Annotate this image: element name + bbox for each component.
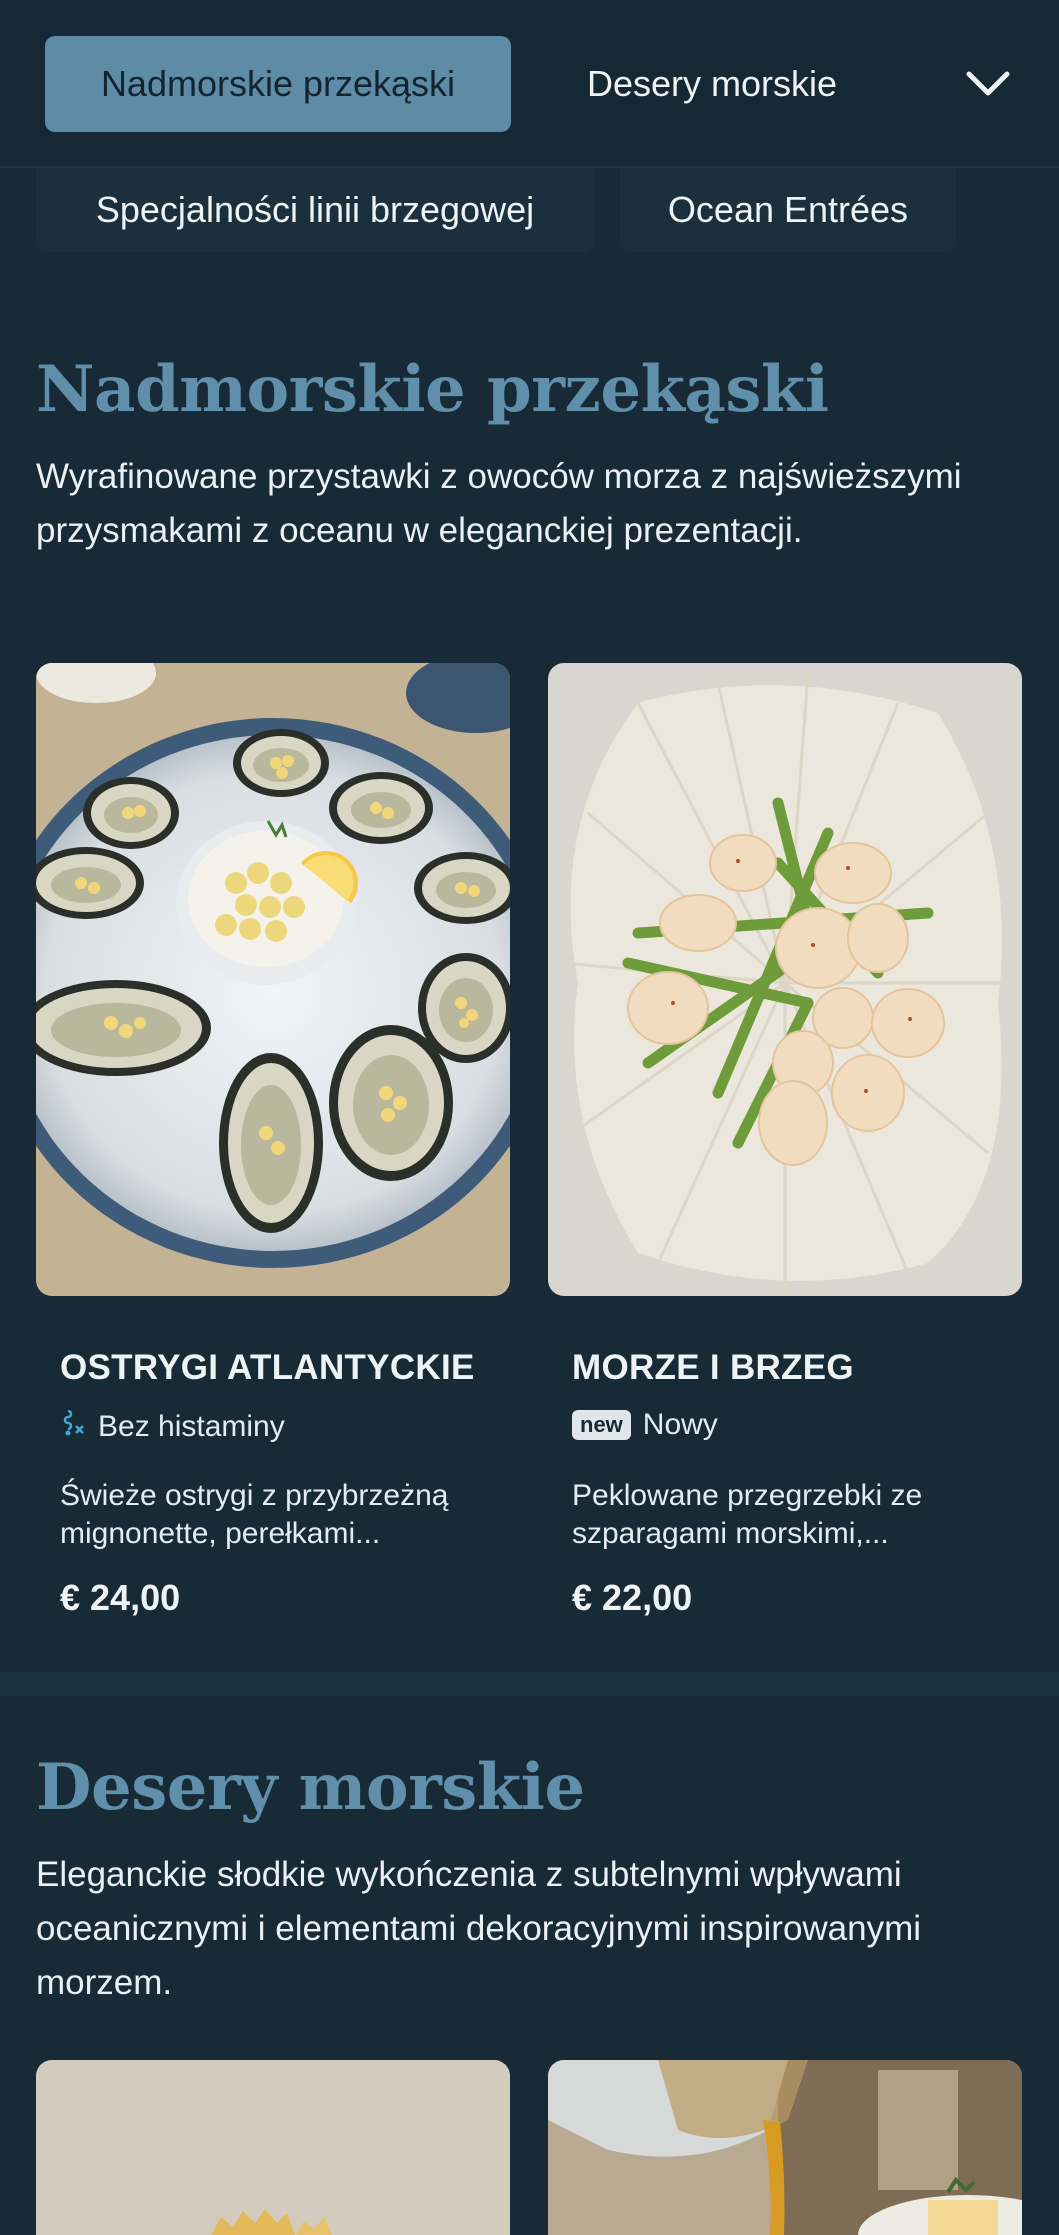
tab-nadmorskie-przekaski[interactable]: Nadmorskie przekąski <box>45 36 511 132</box>
scallops-image[interactable] <box>548 663 1022 1296</box>
status-tag: new Nowy <box>572 1408 718 1442</box>
item-price: € 24,00 <box>60 1577 181 1618</box>
section-description: Eleganckie słodkie wykończenia z subteln… <box>36 1855 922 2002</box>
tab-desery-morskie[interactable]: Desery morskie <box>546 36 878 132</box>
dessert-sauce-image[interactable] <box>548 2060 1022 2235</box>
new-badge: new <box>572 1410 631 1440</box>
category-nav: Nadmorskie przekąski Desery morskie <box>0 0 1059 168</box>
item-price: € 22,00 <box>572 1577 693 1618</box>
tab-label: Specjalności linii brzegowej <box>95 189 535 230</box>
chevron-down-icon[interactable] <box>958 56 1018 112</box>
tag-label: Bez histaminy <box>98 1410 285 1443</box>
tab-specjalnosci-linii-brzegowej[interactable]: Specjalności linii brzegowej <box>36 168 594 252</box>
item-description: Świeże ostrygi z przybrzeżną mignonette,… <box>60 1479 449 1550</box>
section-description: Wyrafinowane przystawki z owoców morza z… <box>36 457 962 550</box>
tab-label: Nadmorskie przekąski <box>100 63 456 104</box>
histamine-free-icon <box>60 1408 86 1446</box>
dessert-image[interactable] <box>36 2060 510 2235</box>
item-name[interactable]: MORZE I BRZEG <box>572 1348 854 1388</box>
section-title: Nadmorskie przekąski <box>36 352 829 427</box>
tab-label: Desery morskie <box>586 63 838 104</box>
subcategory-nav: Specjalności linii brzegowej Ocean Entré… <box>0 168 1059 270</box>
oysters-image[interactable] <box>36 663 510 1296</box>
dietary-tag: Bez histaminy <box>60 1408 285 1446</box>
tab-label: Ocean Entrées <box>667 189 909 230</box>
item-name[interactable]: OSTRYGI ATLANTYCKIE <box>60 1348 475 1388</box>
tag-label: Nowy <box>642 1408 718 1441</box>
section-title: Desery morskie <box>36 1750 585 1825</box>
tab-ocean-entrees[interactable]: Ocean Entrées <box>620 168 956 252</box>
item-description: Peklowane przegrzebki ze szparagami mors… <box>572 1479 923 1550</box>
section-divider <box>0 1672 1059 1696</box>
